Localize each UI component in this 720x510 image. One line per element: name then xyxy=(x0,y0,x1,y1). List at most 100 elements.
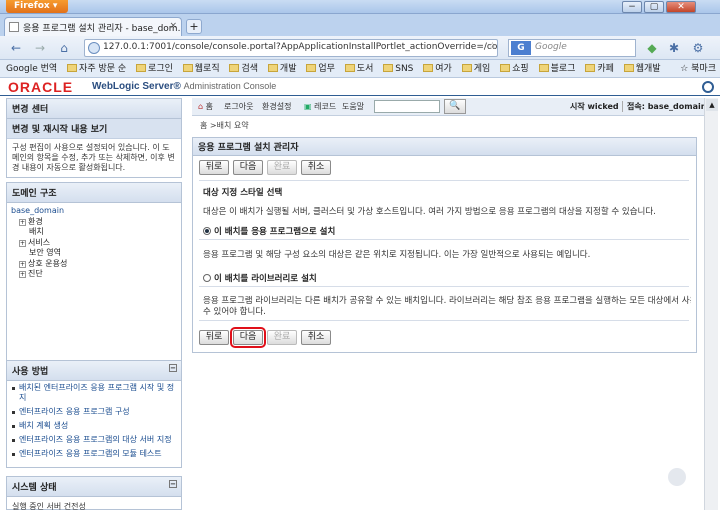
expand-icon[interactable]: + xyxy=(19,260,26,268)
tree-node-services[interactable]: + 서비스 xyxy=(11,238,177,249)
change-center-message: 구성 편집이 사용으로 설정되어 있습니다. 이 도메인의 항목을 수정, 추가… xyxy=(12,143,175,172)
how-do-i-link[interactable]: 엔터프라이즈 응용 프로그램의 모듈 테스트 xyxy=(7,447,181,461)
extension-icon[interactable]: ⚙ xyxy=(690,40,706,56)
record-link[interactable]: ▣ 레코드 xyxy=(304,101,336,112)
back-arrow-icon[interactable]: ← xyxy=(8,40,24,56)
bookmark-item[interactable]: 웹개발 xyxy=(623,60,661,77)
tree-node-interoperability[interactable]: + 상호 운용성 xyxy=(11,259,177,270)
home-link[interactable]: ⌂ 홈 xyxy=(198,101,213,112)
folder-icon xyxy=(67,64,78,72)
breadcrumb[interactable]: 홈 >배치 요약 xyxy=(200,120,249,131)
folder-icon xyxy=(383,64,394,72)
cancel-button[interactable]: 취소 xyxy=(301,330,331,345)
home-icon: ⌂ xyxy=(198,102,204,111)
finish-button[interactable]: 완료 xyxy=(267,160,297,175)
divider xyxy=(199,180,689,181)
tree-node-security-realms[interactable]: 보안 영역 xyxy=(11,248,177,259)
search-button[interactable]: 🔍 xyxy=(444,99,466,114)
tree-root-base-domain[interactable]: base_domain xyxy=(11,206,177,217)
how-do-i-link[interactable]: 배치된 엔터프라이즈 응용 프로그램 시작 및 정지 xyxy=(7,381,181,405)
bookmark-item[interactable]: 블로그 xyxy=(538,60,575,77)
install-as-application-radio[interactable] xyxy=(203,227,211,235)
install-as-application-option[interactable]: 이 배치를 응용 프로그램으로 설치 xyxy=(203,225,691,237)
browser-search-input[interactable]: G Google xyxy=(508,39,636,57)
folder-icon xyxy=(500,64,511,72)
how-do-i-link[interactable]: 엔터프라이즈 응용 프로그램의 대상 서버 지정 xyxy=(7,433,181,447)
bookmarks-toolbar: Google 번역 자주 방문 순 로그인 웹로직 검색 개발 업무 도서 SN… xyxy=(0,60,720,78)
change-center-title: 변경 센터 xyxy=(7,99,181,119)
firefox-menu-button[interactable]: Firefox ▾ xyxy=(6,0,68,13)
preferences-link[interactable]: 환경설정 xyxy=(262,101,291,112)
minimize-button[interactable]: − xyxy=(622,1,642,13)
bookmarks-menu-button[interactable]: ☆ 북마크 xyxy=(676,60,716,77)
targeting-style-heading: 대상 지정 스타일 선택 xyxy=(203,188,283,198)
tree-node-diagnostics[interactable]: + 진단 xyxy=(11,269,177,280)
bookmark-item[interactable]: 업무 xyxy=(306,60,335,77)
install-as-application-description: 응용 프로그램 및 해당 구성 요소의 대상은 같은 위치로 지정됩니다. 이는… xyxy=(203,250,591,260)
folder-icon xyxy=(623,64,634,72)
finish-button[interactable]: 완료 xyxy=(267,330,297,345)
close-window-button[interactable]: ✕ xyxy=(666,1,696,13)
next-button[interactable]: 다음 xyxy=(230,327,266,348)
product-name: WebLogic Server® Administration Console xyxy=(92,81,277,92)
page-scrollbar[interactable]: ▲ xyxy=(704,98,718,510)
bookmark-item[interactable]: 쇼핑 xyxy=(500,60,529,77)
bookmark-item[interactable]: 자주 방문 순 xyxy=(67,60,126,77)
title-bar: Firefox ▾ − ▢ ✕ xyxy=(0,0,720,14)
expand-icon[interactable]: + xyxy=(19,218,26,226)
bookmark-item[interactable]: 검색 xyxy=(229,60,258,77)
next-button[interactable]: 다음 xyxy=(233,160,263,175)
bookmark-item[interactable]: 로그인 xyxy=(136,60,173,77)
tree-node-environment[interactable]: + 환경 xyxy=(11,217,177,228)
install-as-library-radio[interactable] xyxy=(203,274,211,282)
bookmark-star-icon[interactable]: ☆ xyxy=(488,41,497,52)
bookmark-item[interactable]: SNS xyxy=(383,60,413,77)
folder-icon xyxy=(306,64,317,72)
site-identity-icon[interactable] xyxy=(88,42,100,54)
expand-icon[interactable]: + xyxy=(19,239,26,247)
collapse-icon[interactable]: − xyxy=(169,480,177,488)
how-do-i-link[interactable]: 엔터프라이즈 응용 프로그램 구성 xyxy=(7,405,181,419)
google-search-engine-icon[interactable]: G xyxy=(511,41,531,55)
tab-title: 응용 프로그램 설치 관리자 - base_dom... xyxy=(23,24,182,34)
home-icon[interactable]: ⌂ xyxy=(56,40,72,56)
new-tab-button[interactable]: + xyxy=(186,19,202,34)
browser-tab[interactable]: 응용 프로그램 설치 관리자 - base_dom... × xyxy=(4,17,182,36)
tab-close-icon[interactable]: × xyxy=(169,21,177,31)
bookmark-item[interactable]: 카페 xyxy=(585,60,614,77)
tree-node-deployments[interactable]: 배치 xyxy=(11,227,177,238)
url-bar[interactable]: 127.0.0.1:7001/console/console.portal?Ap… xyxy=(84,39,498,57)
console-search-input[interactable] xyxy=(374,100,440,113)
folder-icon xyxy=(585,64,596,72)
bookmark-item[interactable]: 웹로직 xyxy=(182,60,220,77)
welcome-user: 시작 wicked xyxy=(570,102,619,111)
help-link[interactable]: 도움말 xyxy=(342,101,364,112)
addon-icon[interactable]: ◆ xyxy=(644,40,660,56)
forward-arrow-icon[interactable]: → xyxy=(32,40,48,56)
how-do-i-title: 사용 방법 − xyxy=(7,361,181,381)
bookmark-item[interactable]: 개발 xyxy=(267,60,296,77)
cancel-button[interactable]: 취소 xyxy=(301,160,331,175)
maximize-button[interactable]: ▢ xyxy=(644,1,664,13)
bookmark-item[interactable]: Google 번역 xyxy=(6,60,57,77)
view-changes-link[interactable]: 변경 및 재시작 내용 보기 xyxy=(7,119,181,139)
collapse-icon[interactable]: − xyxy=(169,364,177,372)
connected-domain: 접속: base_domain xyxy=(622,101,706,112)
back-button[interactable]: 뒤로 xyxy=(199,330,229,345)
folder-icon xyxy=(461,64,472,72)
record-icon: ▣ xyxy=(304,102,312,111)
tools-icon[interactable]: ✱ xyxy=(666,40,682,56)
console-header: ORACLE WebLogic Server® Administration C… xyxy=(0,78,720,96)
install-as-library-option[interactable]: 이 배치를 라이브러리로 설치 xyxy=(203,272,691,284)
search-placeholder: Google xyxy=(535,42,567,52)
back-button[interactable]: 뒤로 xyxy=(199,160,229,175)
how-do-i-link[interactable]: 배치 계획 생성 xyxy=(7,419,181,433)
bookmark-item[interactable]: 여가 xyxy=(423,60,452,77)
oracle-logo: ORACLE xyxy=(8,79,74,95)
bookmark-item[interactable]: 도서 xyxy=(344,60,373,77)
logout-link[interactable]: 로그아웃 xyxy=(224,101,253,112)
bookmark-item[interactable]: 게임 xyxy=(461,60,490,77)
scroll-up-icon[interactable]: ▲ xyxy=(706,99,718,111)
install-assistant-panel: 응용 프로그램 설치 관리자 뒤로 다음 완료 취소 대상 지정 스타일 선택 … xyxy=(192,137,697,353)
expand-icon[interactable]: + xyxy=(19,271,26,278)
